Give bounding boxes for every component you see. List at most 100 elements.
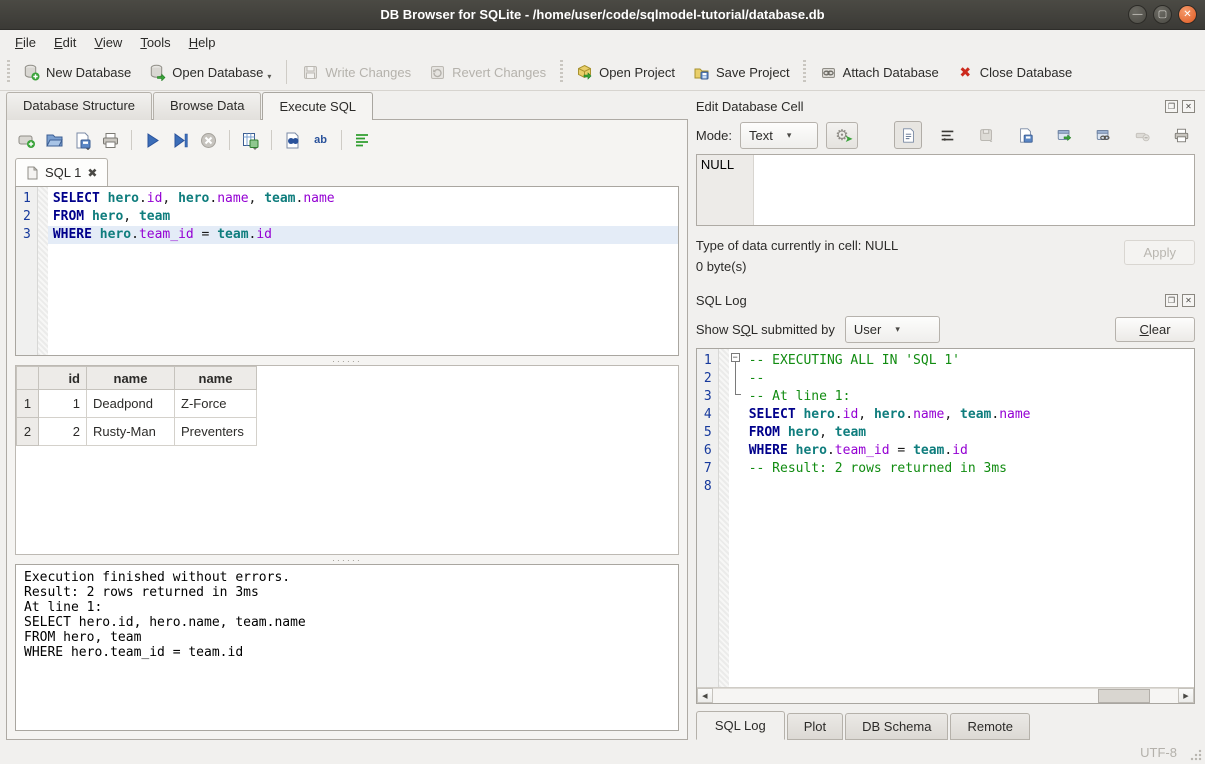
scrollbar-track[interactable]: [713, 688, 1178, 703]
open-sql-file-icon[interactable]: [45, 131, 64, 150]
save-project-button[interactable]: Save Project: [684, 59, 799, 86]
table-cell[interactable]: Z-Force: [175, 390, 257, 418]
sql-1-tab[interactable]: SQL 1 ✖: [15, 158, 108, 186]
log-horizontal-scrollbar[interactable]: ◀ ▶: [697, 687, 1194, 703]
log-line[interactable]: FROM hero, team: [744, 424, 1194, 442]
log-code-area[interactable]: -- EXECUTING ALL IN 'SQL 1'---- At line …: [744, 349, 1194, 687]
mode-value: Text: [749, 128, 773, 143]
find-icon[interactable]: [283, 131, 302, 150]
close-sql-tab-icon[interactable]: ✖: [87, 166, 97, 180]
scroll-left-icon[interactable]: ◀: [697, 688, 713, 703]
line-number: 5: [697, 424, 718, 442]
log-line[interactable]: WHERE hero.team_id = team.id: [744, 442, 1194, 460]
tab-sql-log[interactable]: SQL Log: [696, 711, 785, 740]
clear-button[interactable]: Clear: [1115, 317, 1195, 342]
open-in-app-icon[interactable]: [1050, 121, 1078, 149]
dock-float-icon[interactable]: ❐: [1165, 294, 1178, 307]
log-line[interactable]: [744, 478, 1194, 496]
toolbar-handle[interactable]: [801, 60, 809, 84]
tab-db-schema[interactable]: DB Schema: [845, 713, 948, 740]
dock-close-icon[interactable]: ✕: [1182, 100, 1195, 113]
menu-edit[interactable]: Edit: [45, 33, 85, 52]
results-header-name[interactable]: name: [87, 367, 175, 390]
auto-apply-button[interactable]: ⚙ ➤: [826, 122, 858, 149]
find-replace-icon[interactable]: ab: [311, 131, 330, 150]
text-mode-icon[interactable]: [894, 121, 922, 149]
execute-current-line-icon[interactable]: [171, 131, 190, 150]
sql-editor[interactable]: 123 SELECT hero.id, hero.name, team.name…: [15, 186, 679, 356]
tab-plot[interactable]: Plot: [787, 713, 843, 740]
results-header-name2[interactable]: name: [175, 367, 257, 390]
execute-all-icon[interactable]: [143, 131, 162, 150]
save-results-icon[interactable]: [241, 131, 260, 150]
scrollbar-thumb[interactable]: [1098, 689, 1150, 703]
tab-execute-sql[interactable]: Execute SQL: [262, 92, 373, 120]
write-changes-icon: [302, 64, 319, 81]
mode-select[interactable]: Text ▾: [740, 122, 818, 149]
menu-help[interactable]: Help: [180, 33, 225, 52]
fold-marker[interactable]: −: [729, 349, 744, 367]
sql-tab-bar: SQL 1 ✖: [15, 158, 679, 186]
open-new-tab-icon[interactable]: [17, 131, 36, 150]
resize-grip-icon[interactable]: [1190, 749, 1202, 761]
log-line[interactable]: -- At line 1:: [744, 388, 1194, 406]
open-project-button[interactable]: Open Project: [567, 59, 684, 86]
import-data-icon: [972, 121, 1000, 149]
attach-database-button[interactable]: Attach Database: [811, 59, 948, 86]
table-cell[interactable]: Deadpond: [87, 390, 175, 418]
cell-value-area[interactable]: [754, 155, 1194, 225]
submitted-by-select[interactable]: User ▾: [845, 316, 940, 343]
dock-float-icon[interactable]: ❐: [1165, 100, 1178, 113]
results-header-id[interactable]: id: [39, 367, 87, 390]
editor-code-area[interactable]: SELECT hero.id, hero.name, team.nameFROM…: [48, 187, 678, 355]
tab-remote[interactable]: Remote: [950, 713, 1030, 740]
splitter-handle[interactable]: ······: [15, 555, 679, 564]
new-database-button[interactable]: New Database: [14, 59, 140, 86]
toolbar-separator: [229, 130, 230, 150]
log-fold-markers[interactable]: −: [729, 349, 744, 687]
table-cell[interactable]: Rusty-Man: [87, 418, 175, 446]
code-line[interactable]: WHERE hero.team_id = team.id: [48, 226, 678, 244]
log-line[interactable]: --: [744, 370, 1194, 388]
splitter-handle[interactable]: ······: [15, 356, 679, 365]
export-data-icon[interactable]: [1011, 121, 1039, 149]
log-line[interactable]: -- EXECUTING ALL IN 'SQL 1': [744, 352, 1194, 370]
code-line[interactable]: FROM hero, team: [48, 208, 678, 226]
toolbar-handle[interactable]: [557, 60, 565, 84]
minimize-icon[interactable]: —: [1128, 5, 1147, 24]
table-cell[interactable]: 1: [39, 390, 87, 418]
save-sql-file-icon[interactable]: [73, 131, 92, 150]
menu-file[interactable]: File: [6, 33, 45, 52]
toolbar-handle[interactable]: [4, 60, 12, 84]
open-database-button[interactable]: Open Database ▾: [140, 59, 280, 86]
row-number[interactable]: 2: [17, 418, 39, 446]
close-database-button[interactable]: ✖ Close Database: [948, 59, 1082, 86]
tab-browse-data[interactable]: Browse Data: [153, 92, 261, 120]
scroll-right-icon[interactable]: ▶: [1178, 688, 1194, 703]
close-icon[interactable]: ✕: [1178, 5, 1197, 24]
fold-collapse-icon[interactable]: −: [731, 353, 740, 362]
dock-close-icon[interactable]: ✕: [1182, 294, 1195, 307]
tab-database-structure[interactable]: Database Structure: [6, 92, 152, 120]
print-cell-icon[interactable]: [1167, 121, 1195, 149]
menu-view[interactable]: View: [85, 33, 131, 52]
word-wrap-icon[interactable]: [933, 121, 961, 149]
log-line[interactable]: SELECT hero.id, hero.name, team.name: [744, 406, 1194, 424]
table-cell[interactable]: Preventers: [175, 418, 257, 446]
copy-link-icon[interactable]: [1089, 121, 1117, 149]
code-line[interactable]: SELECT hero.id, hero.name, team.name: [48, 190, 678, 208]
row-number[interactable]: 1: [17, 390, 39, 418]
log-line-numbers: 12345678: [697, 349, 719, 687]
open-database-dropdown-icon[interactable]: ▾: [267, 72, 271, 81]
table-cell[interactable]: 2: [39, 418, 87, 446]
cell-value-editor[interactable]: NULL: [696, 154, 1195, 226]
menu-tools[interactable]: Tools: [131, 33, 179, 52]
format-sql-icon[interactable]: [353, 131, 372, 150]
log-line[interactable]: -- Result: 2 rows returned in 3ms: [744, 460, 1194, 478]
cell-size-info: 0 byte(s): [696, 259, 1125, 274]
apply-button: Apply: [1124, 240, 1195, 265]
print-icon[interactable]: [101, 131, 120, 150]
chevron-down-icon: ▾: [895, 324, 900, 335]
maximize-icon[interactable]: ▢: [1153, 5, 1172, 24]
title-bar: DB Browser for SQLite - /home/user/code/…: [0, 0, 1205, 30]
